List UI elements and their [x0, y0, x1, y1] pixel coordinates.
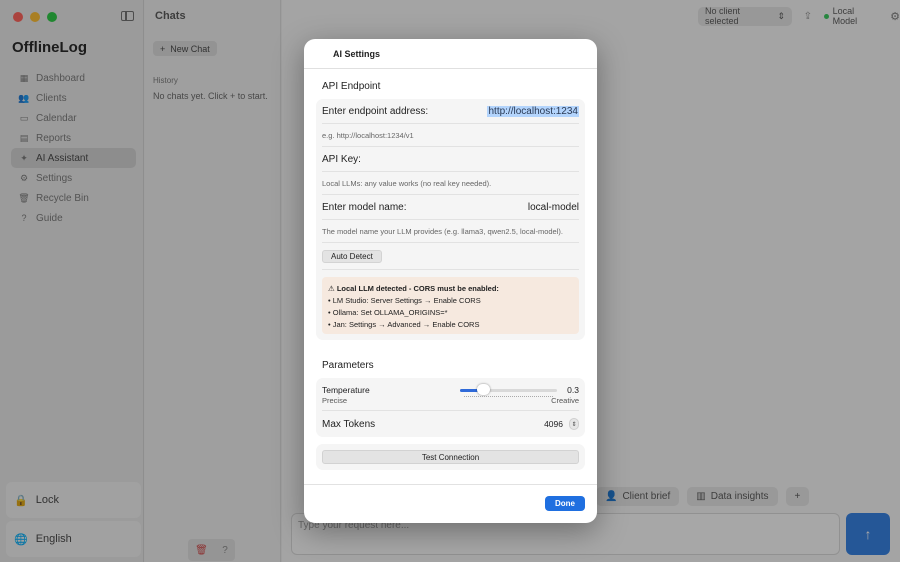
parameters-group: Temperature 0.3 Precise Creative Max Tok…: [316, 378, 585, 437]
test-connection-group: Test Connection: [316, 444, 585, 470]
divider: [322, 269, 579, 270]
temperature-value: 0.3: [567, 385, 579, 395]
dialog-title: AI Settings: [304, 39, 597, 69]
warning-title: Local LLM detected - CORS must be enable…: [336, 284, 499, 293]
api-key-row: API Key:: [322, 152, 579, 166]
max-tokens-value[interactable]: 4096: [544, 419, 563, 429]
api-key-help-text: Local LLMs: any value works (no real key…: [322, 178, 492, 188]
warning-icon: ⚠: [328, 284, 335, 293]
temperature-scale-row: Precise Creative: [322, 395, 579, 405]
max-tokens-label: Max Tokens: [322, 418, 376, 430]
parameters-heading: Parameters: [322, 360, 374, 371]
api-endpoint-group: Enter endpoint address: http://localhost…: [316, 99, 585, 340]
creative-label: Creative: [551, 395, 579, 405]
test-connection-button[interactable]: Test Connection: [322, 450, 579, 464]
temperature-label: Temperature: [322, 385, 370, 395]
ai-settings-dialog: AI Settings API Endpoint Enter endpoint …: [304, 39, 597, 523]
temperature-slider[interactable]: [460, 384, 558, 397]
dialog-footer-divider: [304, 484, 597, 485]
precise-label: Precise: [322, 395, 348, 405]
max-tokens-row: Max Tokens 4096 ⇕: [322, 417, 579, 431]
max-tokens-stepper[interactable]: ⇕: [569, 418, 579, 430]
model-row: Enter model name: local-model: [322, 200, 579, 214]
api-endpoint-heading: API Endpoint: [322, 81, 381, 92]
warning-line: • LM Studio: Server Settings → Enable CO…: [328, 296, 481, 305]
divider: [322, 242, 579, 243]
model-help-row: The model name your LLM provides (e.g. l…: [322, 225, 579, 237]
divider: [322, 146, 579, 147]
divider: [322, 219, 579, 220]
endpoint-help-text: e.g. http://localhost:1234/v1: [322, 130, 414, 140]
done-button[interactable]: Done: [545, 496, 585, 511]
divider: [322, 171, 579, 172]
model-help-text: The model name your LLM provides (e.g. l…: [322, 226, 563, 236]
api-key-label: API Key:: [322, 153, 361, 165]
warning-line: • Jan: Settings → Advanced → Enable CORS: [328, 320, 480, 329]
auto-detect-button[interactable]: Auto Detect: [322, 249, 382, 263]
api-key-field[interactable]: [439, 153, 579, 165]
endpoint-help-row: e.g. http://localhost:1234/v1: [322, 129, 579, 141]
cors-warning-box: ⚠ Local LLM detected - CORS must be enab…: [322, 277, 579, 334]
divider: [322, 194, 579, 195]
endpoint-row: Enter endpoint address: http://localhost…: [322, 104, 579, 118]
model-label: Enter model name:: [322, 201, 407, 213]
auto-detect-row: Auto Detect: [322, 249, 579, 263]
slider-thumb[interactable]: [476, 384, 490, 395]
model-name-field[interactable]: local-model: [528, 202, 579, 213]
endpoint-label: Enter endpoint address:: [322, 105, 429, 117]
endpoint-field[interactable]: http://localhost:1234: [487, 105, 579, 117]
warning-line: • Ollama: Set OLLAMA_ORIGINS=*: [328, 308, 448, 317]
divider: [322, 410, 579, 411]
divider: [322, 123, 579, 124]
api-key-help-row: Local LLMs: any value works (no real key…: [322, 177, 579, 189]
